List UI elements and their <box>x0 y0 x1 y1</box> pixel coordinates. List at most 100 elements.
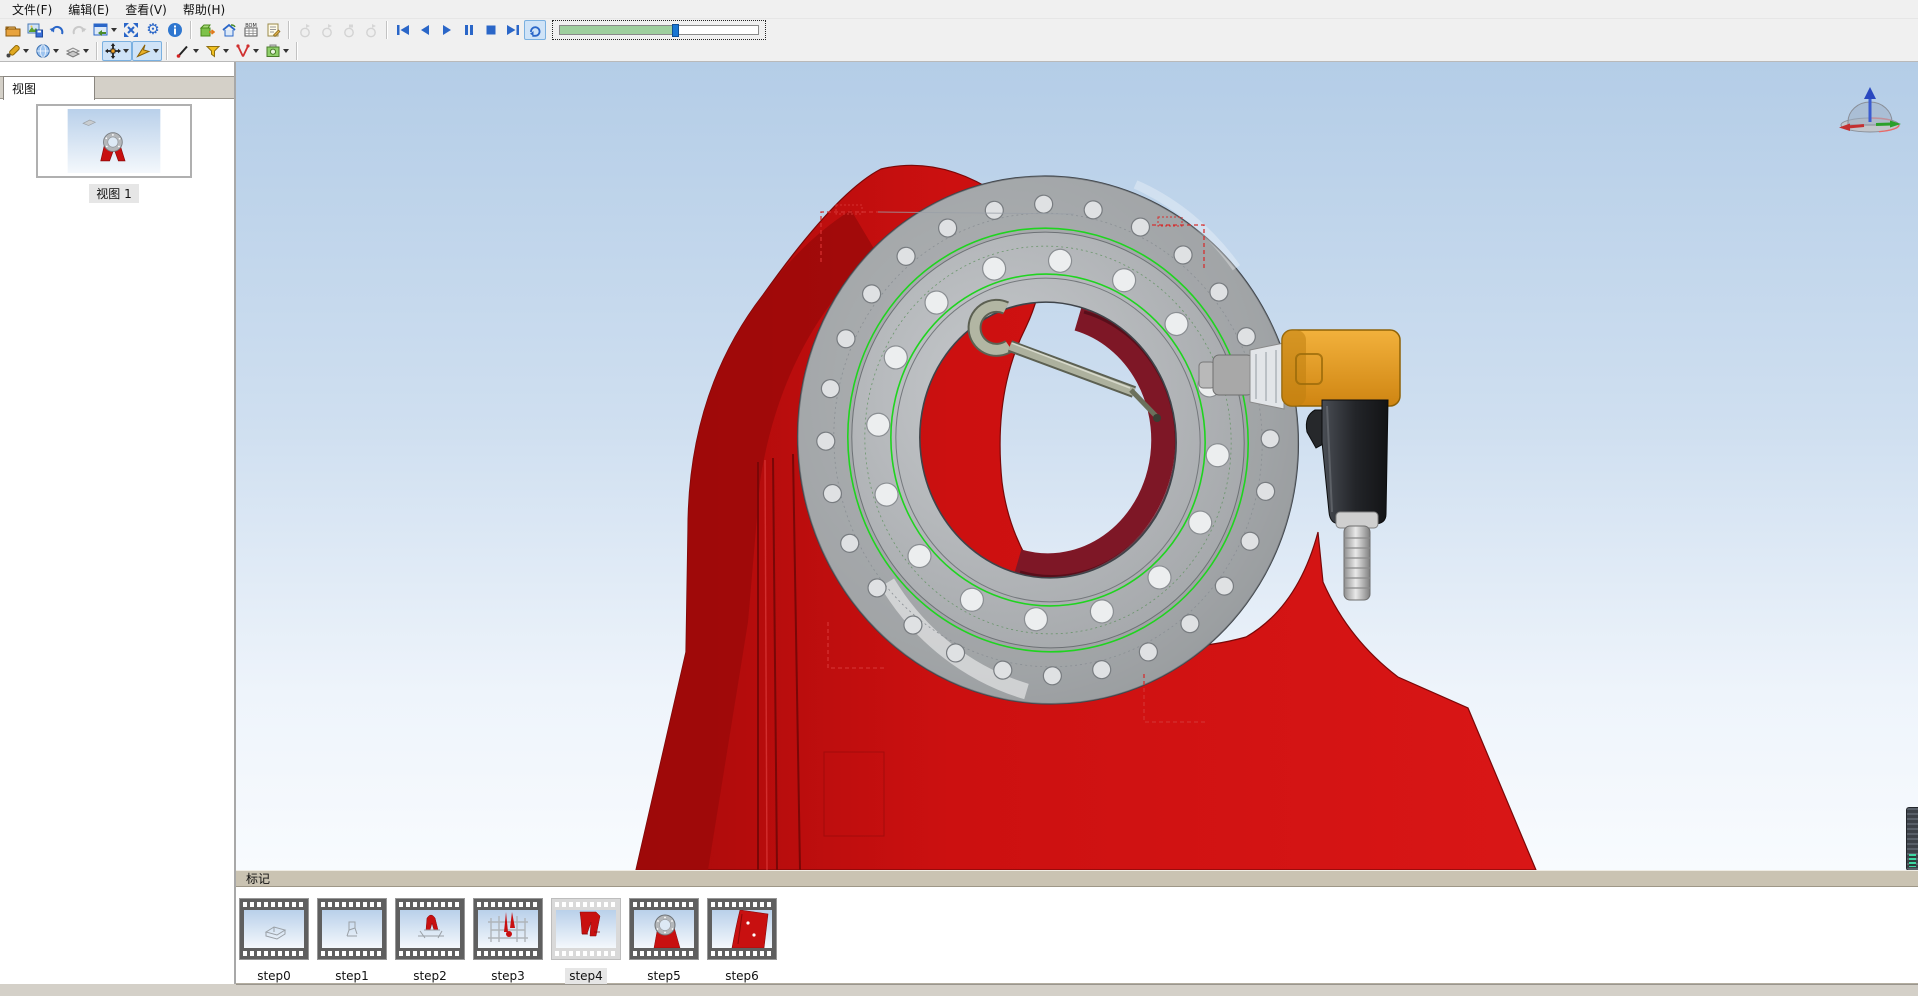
right-column: 标记 step0 <box>236 62 1918 996</box>
step-item-6: step6 <box>707 898 777 983</box>
step-item-0: step0 <box>239 898 309 983</box>
step-label[interactable]: step1 <box>331 968 373 984</box>
film-sprockets <box>399 951 461 956</box>
film-sprockets <box>555 951 617 956</box>
step-thumbnail[interactable] <box>239 898 309 960</box>
save-image-button[interactable] <box>24 20 46 40</box>
undo-icon <box>49 22 65 38</box>
snapshot-tool-icon <box>265 43 281 59</box>
dropdown-caret <box>153 49 159 53</box>
views-content: 视图 1 <box>0 100 234 984</box>
orientation-compass[interactable] <box>1836 82 1904 140</box>
flag-tool-button[interactable] <box>202 41 232 61</box>
keyframe-icon <box>319 22 335 38</box>
step-thumbnail-image <box>322 910 382 948</box>
keyframe-button-1[interactable] <box>294 20 316 40</box>
menu-help[interactable]: 帮助(H) <box>175 0 233 19</box>
viewport-3d[interactable] <box>236 62 1918 870</box>
open-button[interactable] <box>2 20 24 40</box>
redo-button[interactable] <box>68 20 90 40</box>
film-sprockets <box>399 902 461 907</box>
export-package-button[interactable] <box>196 20 218 40</box>
tab-views[interactable]: 视图 <box>3 76 95 100</box>
stop-button[interactable] <box>480 20 502 40</box>
film-sprockets <box>321 902 383 907</box>
keyframe-button-2[interactable] <box>316 20 338 40</box>
pen-tool-button[interactable] <box>172 41 202 61</box>
pause-button[interactable] <box>458 20 480 40</box>
views-panel: 视图 <box>0 62 236 984</box>
film-sprockets <box>477 902 539 907</box>
fit-view-button[interactable] <box>120 20 142 40</box>
timeline-slider[interactable] <box>559 25 759 35</box>
bom-table-icon: BOM <box>243 22 259 38</box>
step-label-row: step2 <box>395 969 465 983</box>
home-view-button[interactable] <box>218 20 240 40</box>
select-arrow-tool-button[interactable] <box>132 41 162 61</box>
gear-icon: ⚙ <box>146 22 159 37</box>
step-label[interactable]: step4 <box>565 968 607 984</box>
export-package-icon <box>199 22 215 38</box>
timeline-slider-group <box>552 20 766 40</box>
view1-thumbnail[interactable] <box>36 104 192 178</box>
pause-icon <box>463 24 475 36</box>
menu-view[interactable]: 查看(V) <box>117 0 175 19</box>
redo-icon <box>71 22 87 38</box>
play-button[interactable] <box>436 20 458 40</box>
step-thumbnail[interactable] <box>473 898 543 960</box>
step-thumbnail[interactable] <box>629 898 699 960</box>
go-first-button[interactable] <box>392 20 414 40</box>
step-label-row: step6 <box>707 969 777 983</box>
step-label[interactable]: step2 <box>409 968 451 984</box>
dropdown-caret <box>123 49 129 53</box>
toolbar-separator <box>296 42 298 60</box>
step-label[interactable]: step6 <box>721 968 763 984</box>
orbit-globe-tool-button[interactable] <box>32 41 62 61</box>
layers-tool-button[interactable] <box>62 41 92 61</box>
keyframe-button-4[interactable] <box>360 20 382 40</box>
snapshot-tool-button[interactable] <box>262 41 292 61</box>
move-tool-button[interactable] <box>102 41 132 61</box>
keyframe-icon <box>341 22 357 38</box>
step-thumbnail-image <box>400 910 460 948</box>
step-thumbnail-selected[interactable] <box>551 898 621 960</box>
step-label-row: step5 <box>629 969 699 983</box>
step-thumbnail[interactable] <box>317 898 387 960</box>
views-tabstrip: 视图 <box>0 76 234 99</box>
home-view-icon <box>221 22 237 38</box>
menu-bar: 文件(F) 编辑(E) 查看(V) 帮助(H) <box>0 0 1918 18</box>
loop-button[interactable] <box>524 20 546 40</box>
step-thumbnail-image <box>712 910 772 948</box>
toolbar-separator <box>96 42 98 60</box>
dropdown-caret <box>53 49 59 53</box>
toolbar-separator <box>166 42 168 60</box>
film-sprockets <box>321 951 383 956</box>
fit-view-icon <box>123 22 139 38</box>
menu-edit[interactable]: 编辑(E) <box>60 0 117 19</box>
import-window-button[interactable] <box>90 20 120 40</box>
step-label[interactable]: step5 <box>643 968 685 984</box>
undo-button[interactable] <box>46 20 68 40</box>
keyframe-button-3[interactable] <box>338 20 360 40</box>
go-last-button[interactable] <box>502 20 524 40</box>
timeline-slider-handle[interactable] <box>672 24 679 37</box>
step-back-button[interactable] <box>414 20 436 40</box>
step-item-2: step2 <box>395 898 465 983</box>
transform-tool-button[interactable] <box>2 41 32 61</box>
step-label[interactable]: step0 <box>253 968 295 984</box>
toolbar-separator <box>288 21 290 39</box>
step-label[interactable]: step3 <box>487 968 529 984</box>
info-button[interactable] <box>164 20 186 40</box>
side-panel-handle[interactable] <box>1906 807 1918 870</box>
bom-button[interactable]: BOM <box>240 20 262 40</box>
step-thumbnail[interactable] <box>395 898 465 960</box>
measure-tool-button[interactable] <box>232 41 262 61</box>
menu-file[interactable]: 文件(F) <box>4 0 60 19</box>
view1-label[interactable]: 视图 1 <box>89 184 138 203</box>
transform-tool-icon <box>5 43 21 59</box>
step-thumbnail[interactable] <box>707 898 777 960</box>
film-sprockets <box>633 902 695 907</box>
settings-button[interactable]: ⚙ <box>142 20 164 40</box>
notes-button[interactable] <box>262 20 284 40</box>
go-first-icon <box>396 24 410 36</box>
